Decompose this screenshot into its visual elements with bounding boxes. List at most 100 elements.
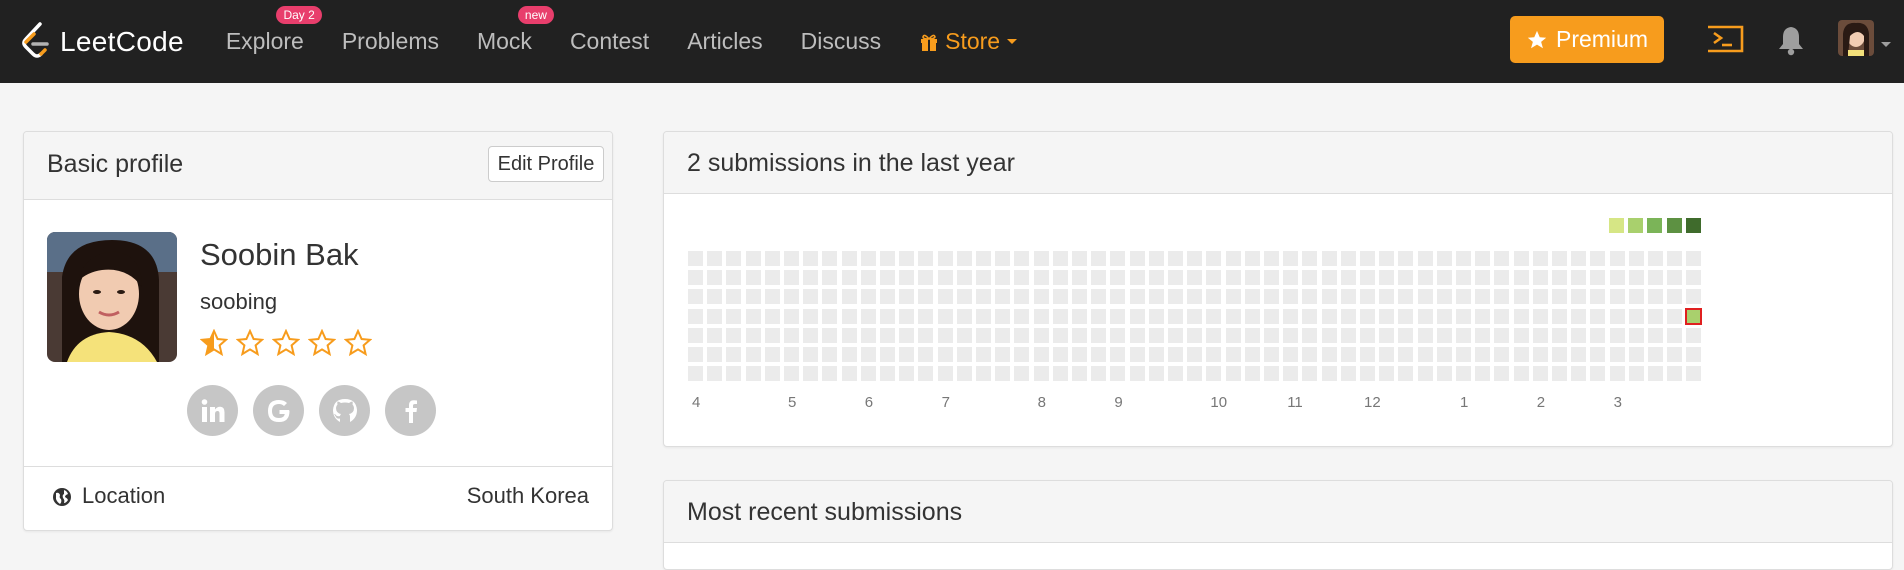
- heatmap-day-cell[interactable]: [860, 366, 876, 382]
- heatmap-day-cell[interactable]: [803, 251, 819, 266]
- heatmap-day-cell[interactable]: [1168, 308, 1183, 324]
- heatmap-day-cell[interactable]: [1244, 251, 1260, 266]
- heatmap-day-cell[interactable]: [1360, 366, 1375, 382]
- heatmap-day-cell[interactable]: [880, 366, 895, 382]
- heatmap-day-cell[interactable]: [1033, 289, 1049, 305]
- heatmap-day-cell[interactable]: [1264, 347, 1279, 362]
- heatmap-day-cell[interactable]: [1225, 308, 1241, 324]
- heatmap-day-cell[interactable]: [784, 366, 799, 382]
- heatmap-day-cell[interactable]: [1072, 270, 1087, 286]
- heatmap-day-cell[interactable]: [688, 251, 703, 266]
- heatmap-day-cell[interactable]: [1148, 270, 1164, 286]
- heatmap-day-cell[interactable]: [1110, 270, 1126, 286]
- heatmap-day-cell[interactable]: [745, 270, 761, 286]
- heatmap-day-cell[interactable]: [841, 347, 857, 362]
- heatmap-day-cell[interactable]: [1667, 251, 1683, 266]
- heatmap-day-cell[interactable]: [1417, 251, 1433, 266]
- heatmap-day-cell[interactable]: [764, 366, 780, 382]
- heatmap-day-cell[interactable]: [707, 347, 723, 362]
- heatmap-day-cell[interactable]: [1494, 366, 1510, 382]
- heatmap-day-cell[interactable]: [1072, 289, 1087, 305]
- heatmap-day-cell[interactable]: [1283, 270, 1299, 286]
- heatmap-day-cell[interactable]: [764, 289, 780, 305]
- heatmap-day-cell[interactable]: [860, 289, 876, 305]
- heatmap-day-cell[interactable]: [726, 308, 742, 324]
- heatmap-day-cell[interactable]: [1033, 347, 1049, 362]
- heatmap-day-cell[interactable]: [1628, 366, 1644, 382]
- bell-icon[interactable]: [1777, 24, 1805, 61]
- heatmap-day-cell[interactable]: [1014, 347, 1030, 362]
- heatmap-day-cell[interactable]: [918, 270, 934, 286]
- heatmap-day-cell[interactable]: [1244, 347, 1260, 362]
- heatmap-day-cell[interactable]: [1436, 251, 1452, 266]
- heatmap-day-cell[interactable]: [1052, 251, 1068, 266]
- heatmap-day-cell[interactable]: [1628, 308, 1644, 324]
- heatmap-day-cell[interactable]: [841, 366, 857, 382]
- heatmap-day-cell[interactable]: [1225, 366, 1241, 382]
- heatmap-day-cell[interactable]: [1225, 289, 1241, 305]
- heatmap-day-cell[interactable]: [1379, 347, 1395, 362]
- heatmap-day-cell[interactable]: [1033, 366, 1049, 382]
- heatmap-day-cell[interactable]: [1456, 308, 1471, 324]
- heatmap-day-cell[interactable]: [1187, 270, 1203, 286]
- heatmap-day-cell[interactable]: [1052, 347, 1068, 362]
- heatmap-day-cell[interactable]: [860, 308, 876, 324]
- heatmap-day-cell[interactable]: [956, 308, 972, 324]
- heatmap-day-cell[interactable]: [1321, 327, 1337, 343]
- heatmap-day-cell[interactable]: [1072, 366, 1087, 382]
- heatmap-day-cell[interactable]: [860, 347, 876, 362]
- heatmap-day-cell[interactable]: [1398, 308, 1414, 324]
- heatmap-day-cell[interactable]: [822, 251, 838, 266]
- heatmap-day-cell[interactable]: [1436, 327, 1452, 343]
- heatmap-day-cell[interactable]: [1302, 347, 1318, 362]
- heatmap-day-cell[interactable]: [1110, 327, 1126, 343]
- heatmap-day-cell[interactable]: [784, 289, 799, 305]
- heatmap-day-cell[interactable]: [1110, 366, 1126, 382]
- heatmap-day-cell[interactable]: [1302, 327, 1318, 343]
- heatmap-day-cell[interactable]: [1129, 251, 1145, 266]
- heatmap-day-cell[interactable]: [707, 270, 723, 286]
- heatmap-day-cell[interactable]: [1686, 347, 1702, 362]
- heatmap-day-cell[interactable]: [1417, 270, 1433, 286]
- heatmap-day-cell[interactable]: [1436, 289, 1452, 305]
- nav-explore[interactable]: Explore Day 2: [226, 6, 322, 55]
- heatmap-day-cell[interactable]: [1129, 366, 1145, 382]
- heatmap-day-cell[interactable]: [1667, 366, 1683, 382]
- heatmap-day-cell[interactable]: [1436, 347, 1452, 362]
- heatmap-day-cell[interactable]: [1609, 327, 1625, 343]
- heatmap-day-cell[interactable]: [1283, 308, 1299, 324]
- heatmap-day-cell[interactable]: [1206, 289, 1222, 305]
- avatar-caret-icon[interactable]: [1880, 36, 1892, 54]
- heatmap-day-cell[interactable]: [1571, 270, 1587, 286]
- heatmap-day-cell[interactable]: [1686, 366, 1702, 382]
- heatmap-day-cell[interactable]: [995, 308, 1011, 324]
- heatmap-day-cell[interactable]: [1456, 327, 1471, 343]
- heatmap-day-cell[interactable]: [841, 327, 857, 343]
- heatmap-day-cell[interactable]: [1609, 347, 1625, 362]
- heatmap-day-cell[interactable]: [707, 366, 723, 382]
- heatmap-day-cell[interactable]: [1091, 270, 1107, 286]
- heatmap-day-cell[interactable]: [764, 327, 780, 343]
- heatmap-day-cell[interactable]: [1398, 366, 1414, 382]
- heatmap-day-cell[interactable]: [1628, 270, 1644, 286]
- heatmap-day-cell[interactable]: [1667, 308, 1683, 324]
- heatmap-day-cell[interactable]: [1494, 347, 1510, 362]
- heatmap-day-cell[interactable]: [860, 270, 876, 286]
- heatmap-day-cell[interactable]: [899, 366, 915, 382]
- heatmap-day-cell[interactable]: [976, 289, 991, 305]
- heatmap-day-cell[interactable]: [1475, 308, 1491, 324]
- heatmap-day-cell[interactable]: [995, 251, 1011, 266]
- heatmap-day-cell[interactable]: [976, 366, 991, 382]
- heatmap-day-cell[interactable]: [1052, 327, 1068, 343]
- heatmap-day-cell[interactable]: [764, 308, 780, 324]
- heatmap-day-cell[interactable]: [1609, 308, 1625, 324]
- heatmap-day-cell[interactable]: [726, 327, 742, 343]
- heatmap-day-cell[interactable]: [1244, 270, 1260, 286]
- heatmap-day-cell[interactable]: [822, 270, 838, 286]
- heatmap-day-cell[interactable]: [1014, 289, 1030, 305]
- heatmap-day-cell[interactable]: [726, 289, 742, 305]
- heatmap-day-cell[interactable]: [1417, 289, 1433, 305]
- heatmap-day-cell[interactable]: [1014, 327, 1030, 343]
- heatmap-day-cell[interactable]: [688, 289, 703, 305]
- heatmap-day-cell[interactable]: [745, 308, 761, 324]
